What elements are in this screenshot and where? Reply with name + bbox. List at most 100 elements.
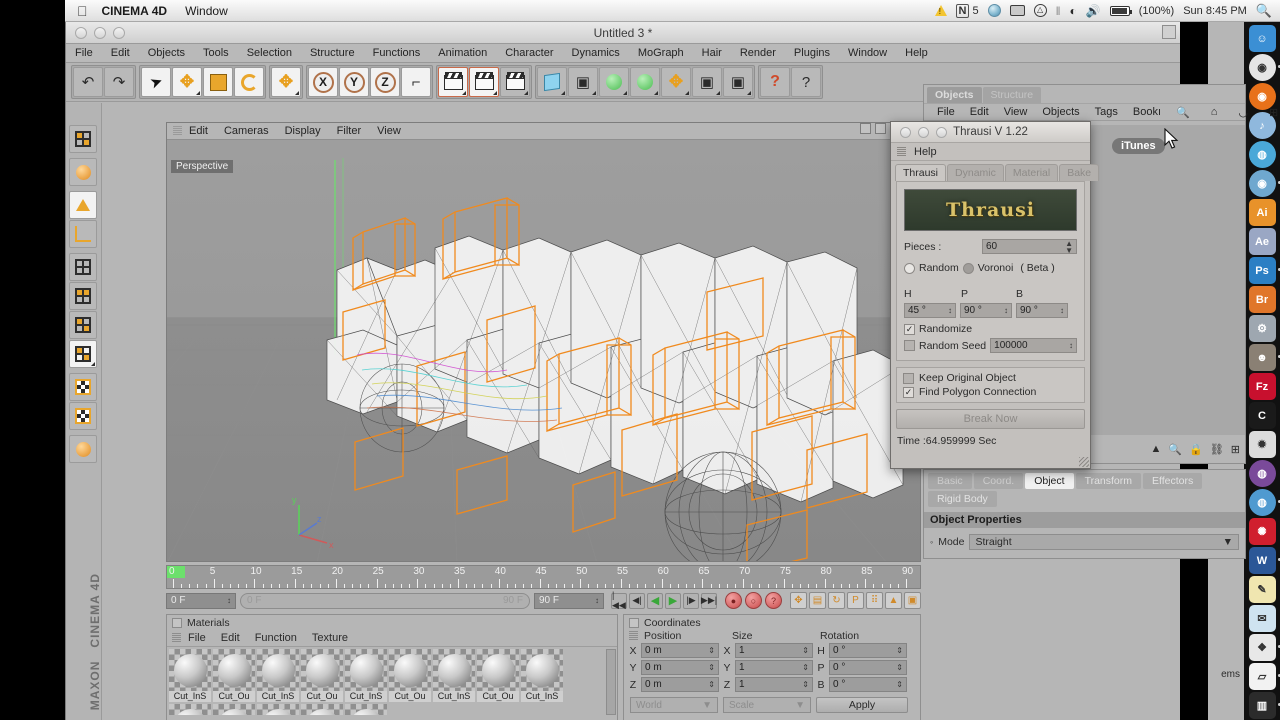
current-frame-stepper-icon[interactable]: ↕ [227, 597, 231, 605]
materials-menu-file[interactable]: File [188, 632, 206, 644]
globe-icon[interactable]: ◍ [1248, 489, 1280, 516]
stepper-icon[interactable]: ⇕ [896, 647, 903, 655]
move-tool[interactable]: ✥ [172, 67, 202, 97]
thrausi-drag-handle[interactable] [897, 146, 906, 157]
play-back-button[interactable]: ◀ [647, 592, 663, 609]
stepper-icon[interactable]: ⇕ [896, 681, 903, 689]
menu-window[interactable]: Window [185, 4, 228, 18]
timeline-ruler[interactable]: 0 5 10 15 20 25 30 35 40 45 50 55 60 65 70 75 80 85 90 [166, 565, 921, 589]
apply-button[interactable]: Apply [816, 697, 908, 713]
home-icon[interactable]: ⌂ [1211, 106, 1218, 118]
objects-menu-file[interactable]: File [937, 106, 955, 118]
position-x-field[interactable]: 0 m ⇕ [641, 643, 719, 658]
attributes-tab-basic[interactable]: Basic [928, 473, 972, 489]
c4d-menu-edit[interactable]: Edit [111, 47, 130, 59]
size-y-field[interactable]: 1 ⇕ [735, 660, 813, 675]
attributes-tab-effectors[interactable]: Effectors [1143, 473, 1203, 489]
pages-icon[interactable]: ▱ [1248, 663, 1280, 690]
objects-menu-edit[interactable]: Edit [970, 106, 989, 118]
point-level-animation-button[interactable]: ⠿ [866, 592, 883, 609]
c4d-menu-character[interactable]: Character [505, 47, 553, 59]
randomize-checkbox[interactable]: ✓ [904, 323, 915, 335]
add-spline-button[interactable]: ▣ [568, 67, 598, 97]
add-cube-button[interactable] [537, 67, 567, 97]
scene-object-button[interactable]: ▣ [692, 67, 722, 97]
c4d-menu-hair[interactable]: Hair [702, 47, 722, 59]
gear-icon[interactable] [987, 4, 1001, 17]
help-cursor-button[interactable]: ? [760, 67, 790, 97]
purple-app-icon[interactable]: ◍ [1248, 460, 1276, 487]
cinema4d-icon[interactable]: C [1248, 402, 1276, 429]
viewport-menu-view[interactable]: View [377, 125, 401, 137]
safari-icon[interactable]: ◍ [1248, 141, 1276, 168]
up-arrow-icon[interactable]: ▲ [1151, 443, 1162, 455]
piano-icon[interactable]: ▥ [1248, 692, 1280, 719]
warning-icon[interactable] [934, 5, 947, 16]
viewport-menu-cameras[interactable]: Cameras [224, 125, 269, 137]
b-field[interactable]: 90 ° ↕ [1016, 303, 1068, 318]
filezilla-icon[interactable]: Fz [1248, 373, 1276, 400]
go-to-end-button[interactable]: ▶▶| [701, 592, 717, 609]
pla-cursor-button[interactable]: ▲ [885, 592, 902, 609]
wifi-icon[interactable]: ◐ [1070, 4, 1077, 18]
browser-icon[interactable]: ◉ [1248, 170, 1280, 197]
c4d-menu-selection[interactable]: Selection [247, 47, 292, 59]
bluetooth-icon[interactable]: ‖ [1056, 4, 1061, 18]
c4d-menu-help[interactable]: Help [905, 47, 928, 59]
z-axis-lock[interactable]: Z [370, 67, 400, 97]
material-item[interactable]: Cut_InS [345, 649, 387, 702]
render-view-button[interactable] [438, 67, 468, 97]
material-item[interactable] [301, 704, 343, 715]
materials-menu-function[interactable]: Function [255, 632, 297, 644]
material-item[interactable]: Cut_InS [257, 649, 299, 702]
lock-icon[interactable]: 🔒 [1189, 443, 1203, 456]
polygon-mode-tool[interactable] [69, 311, 97, 339]
dropdown-corner-icon[interactable] [654, 91, 658, 95]
objects-menu-objects[interactable]: Objects [1042, 106, 1079, 118]
pieces-field[interactable]: 60 ▲ ▼ [982, 239, 1077, 254]
random-seed-field[interactable]: 100000 ↕ [990, 338, 1077, 353]
object-mode-tool[interactable] [69, 191, 97, 219]
layout-button[interactable]: ? [791, 67, 821, 97]
dropdown-corner-icon[interactable] [716, 91, 720, 95]
param-key-button[interactable]: P [847, 592, 864, 609]
stepper-icon[interactable]: ⇕ [708, 664, 715, 672]
deformer-button[interactable]: ✥ [661, 67, 691, 97]
thrausi-tab-dynamic[interactable]: Dynamic [947, 164, 1004, 181]
b-stepper-icon[interactable]: ↕ [1060, 307, 1064, 315]
attributes-tab-coord[interactable]: Coord. [973, 473, 1024, 489]
edge-mode-tool[interactable] [69, 282, 97, 310]
thrausi-menu-help[interactable]: Help [914, 146, 937, 158]
size-z-field[interactable]: 1 ⇕ [735, 677, 813, 692]
size-x-field[interactable]: 1 ⇕ [735, 643, 813, 658]
ellipse-icon[interactable]: ◡ [1238, 106, 1248, 119]
material-item[interactable] [345, 704, 387, 715]
record-active-objects-button[interactable]: ● [725, 592, 742, 609]
c4d-menu-functions[interactable]: Functions [373, 47, 421, 59]
thrausi-resize-grip[interactable] [1079, 457, 1089, 467]
c4d-menu-dynamics[interactable]: Dynamics [572, 47, 620, 59]
position-key-button[interactable]: ✥ [790, 592, 807, 609]
p-stepper-icon[interactable]: ↕ [1004, 307, 1008, 315]
pieces-stepper-icon[interactable]: ▲ ▼ [1065, 239, 1073, 254]
go-to-start-button[interactable]: |◀◀ [611, 590, 627, 610]
material-item[interactable]: Cut_Ou [389, 649, 431, 702]
enable-axis-tool[interactable] [69, 435, 97, 463]
material-item[interactable]: Cut_InS [521, 649, 563, 702]
render-settings-button[interactable] [500, 67, 530, 97]
material-item[interactable]: Cut_Ou [477, 649, 519, 702]
rotation-b-field[interactable]: 0 ° ⇕ [829, 677, 907, 692]
aftereffects-icon[interactable]: Ae [1248, 228, 1276, 255]
c4d-menu-file[interactable]: File [75, 47, 93, 59]
menu-cinema4d[interactable]: CINEMA 4D [102, 4, 168, 18]
objects-menu-view[interactable]: View [1004, 106, 1028, 118]
break-now-button[interactable]: Break Now [896, 409, 1085, 429]
attributes-tab-object[interactable]: Object [1025, 473, 1074, 489]
material-item[interactable]: Cut_InS [169, 649, 211, 702]
viewport-canvas[interactable]: Perspective y x z [167, 140, 920, 561]
dropdown-corner-icon[interactable] [623, 91, 627, 95]
c4d-menu-mograph[interactable]: MoGraph [638, 47, 684, 59]
material-item[interactable] [213, 704, 255, 715]
viewport-scale-icon[interactable] [875, 123, 886, 134]
thrausi-title-bar[interactable]: Thrausi V 1.22 [891, 122, 1090, 143]
